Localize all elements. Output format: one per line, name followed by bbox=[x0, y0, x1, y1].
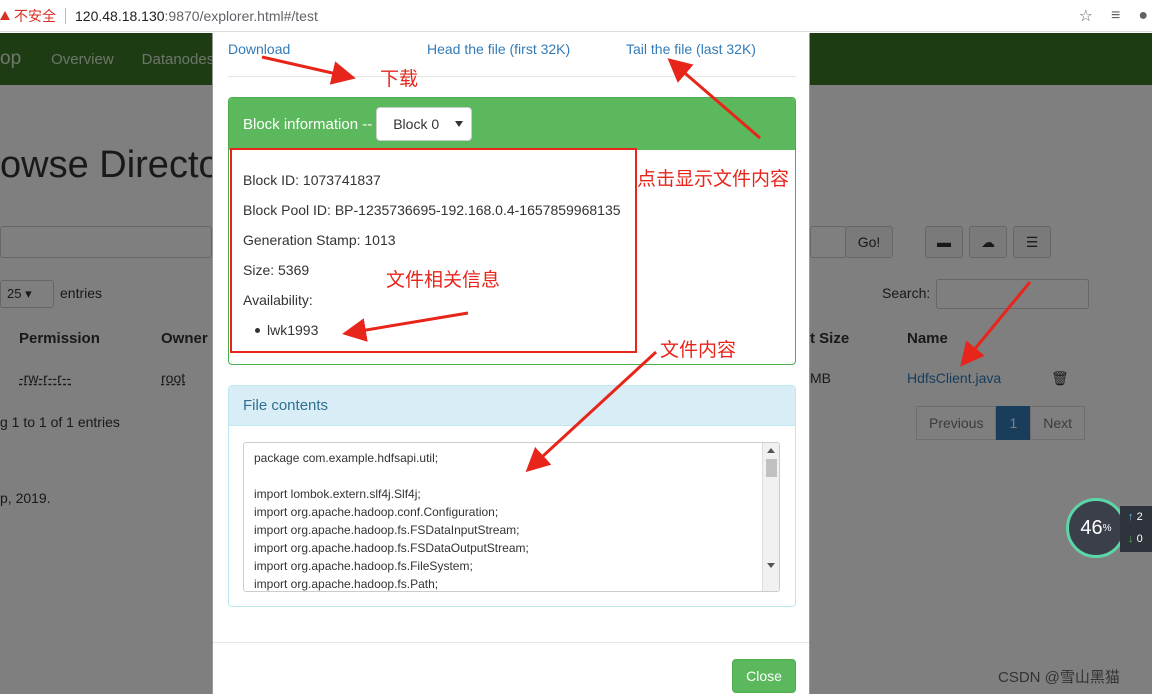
down-arrow-icon: ↓ bbox=[1128, 533, 1134, 545]
speed-widget[interactable]: 46% bbox=[1066, 498, 1126, 558]
up-arrow-icon: ↑ bbox=[1128, 511, 1134, 523]
upload-speed: 2 bbox=[1136, 511, 1143, 523]
watermark: CSDN @雪山黑猫 bbox=[998, 669, 1120, 686]
arrow-node bbox=[342, 311, 469, 342]
network-speed: ↑ 2 ↓ 0 bbox=[1120, 506, 1152, 552]
arrow-download bbox=[261, 55, 356, 85]
download-speed: 0 bbox=[1136, 533, 1143, 545]
widget-percent: 46 bbox=[1080, 516, 1103, 539]
arrow-contents bbox=[525, 350, 658, 473]
arrow-name bbox=[960, 281, 1032, 367]
widget-unit: % bbox=[1102, 522, 1112, 534]
annotation-arrows bbox=[261, 55, 1032, 473]
arrow-tail bbox=[667, 58, 761, 140]
